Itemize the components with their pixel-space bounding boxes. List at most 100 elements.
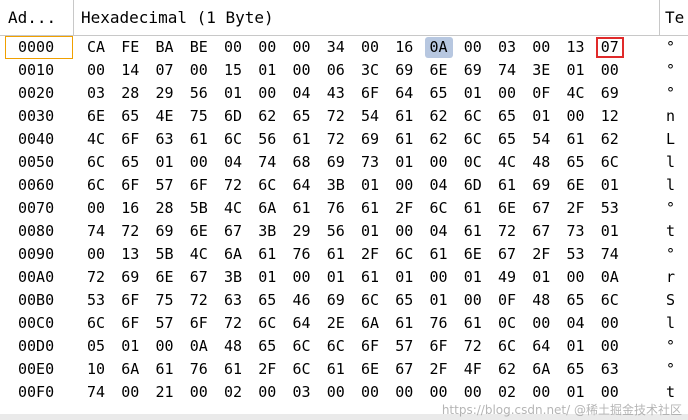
text-column-header[interactable]: Te <box>661 0 688 36</box>
hex-byte[interactable]: 06 <box>322 60 350 81</box>
hex-byte[interactable]: 6C <box>253 313 281 334</box>
row-address[interactable]: 0010 <box>6 60 72 81</box>
hex-byte[interactable]: 72 <box>82 267 110 288</box>
hex-byte[interactable]: 61 <box>493 175 521 196</box>
hex-byte[interactable]: 2E <box>322 313 350 334</box>
hex-byte[interactable]: 46 <box>288 290 316 311</box>
hex-byte[interactable]: 0C <box>493 313 521 334</box>
hex-byte[interactable]: 49 <box>493 267 521 288</box>
hex-byte[interactable]: 07 <box>151 60 179 81</box>
hex-byte[interactable]: 69 <box>596 83 624 104</box>
hex-byte[interactable]: 00 <box>390 382 418 403</box>
hex-byte[interactable]: 01 <box>596 221 624 242</box>
hex-byte[interactable]: 3B <box>219 267 247 288</box>
hex-byte[interactable]: 61 <box>356 198 384 219</box>
hex-byte[interactable]: 00 <box>596 60 624 81</box>
hex-byte[interactable]: 6C <box>288 359 316 380</box>
hex-byte[interactable]: 62 <box>425 106 453 127</box>
hex-byte[interactable]: 65 <box>116 152 144 173</box>
hex-byte[interactable]: 5B <box>151 244 179 265</box>
hex-byte[interactable]: 00 <box>390 175 418 196</box>
hex-byte[interactable]: 04 <box>219 152 247 173</box>
hex-byte[interactable]: 67 <box>185 267 213 288</box>
hex-byte[interactable]: 01 <box>390 152 418 173</box>
hex-byte[interactable]: 6F <box>185 175 213 196</box>
hex-byte[interactable]: 65 <box>493 129 521 150</box>
hex-byte[interactable]: 12 <box>596 106 624 127</box>
hex-byte[interactable]: 03 <box>82 83 110 104</box>
hex-byte[interactable]: 4C <box>562 83 590 104</box>
ascii-text[interactable]: ° <box>666 198 686 219</box>
hex-byte[interactable]: 6F <box>116 175 144 196</box>
hex-byte[interactable]: 6C <box>253 175 281 196</box>
hex-byte[interactable]: 6C <box>82 152 110 173</box>
hex-byte[interactable]: 00 <box>425 382 453 403</box>
hex-byte[interactable]: 6F <box>116 290 144 311</box>
hex-byte[interactable]: 16 <box>390 37 418 58</box>
hex-byte[interactable]: 69 <box>459 60 487 81</box>
hex-byte[interactable]: 72 <box>219 313 247 334</box>
hex-byte[interactable]: 74 <box>82 382 110 403</box>
ascii-text[interactable]: r <box>666 267 686 288</box>
hex-byte[interactable]: 6C <box>596 290 624 311</box>
hex-byte[interactable]: 6A <box>116 359 144 380</box>
hex-byte[interactable]: 67 <box>527 221 555 242</box>
hex-byte[interactable]: 00 <box>459 37 487 58</box>
hex-byte[interactable]: 6C <box>219 129 247 150</box>
hex-byte[interactable]: 6E <box>356 359 384 380</box>
hex-byte[interactable]: 54 <box>527 129 555 150</box>
hex-byte[interactable]: 03 <box>288 382 316 403</box>
hex-byte[interactable]: 2F <box>562 198 590 219</box>
hex-byte[interactable]: 00 <box>82 198 110 219</box>
hex-byte[interactable]: 00 <box>356 382 384 403</box>
hex-byte[interactable]: 2F <box>253 359 281 380</box>
hex-byte[interactable]: 01 <box>116 336 144 357</box>
hex-byte[interactable]: 61 <box>253 244 281 265</box>
hex-byte[interactable]: 00 <box>493 83 521 104</box>
hex-byte[interactable]: 6C <box>390 244 418 265</box>
hex-byte[interactable]: 65 <box>253 336 281 357</box>
hex-byte[interactable]: 10 <box>82 359 110 380</box>
hex-byte[interactable]: 00 <box>185 152 213 173</box>
hex-byte[interactable]: 00 <box>562 106 590 127</box>
hex-byte[interactable]: 00 <box>390 221 418 242</box>
hex-byte[interactable]: 65 <box>390 290 418 311</box>
ascii-text[interactable]: ° <box>666 83 686 104</box>
ascii-text[interactable]: ° <box>666 336 686 357</box>
hex-byte[interactable]: 56 <box>253 129 281 150</box>
hex-byte[interactable]: 02 <box>219 382 247 403</box>
hex-byte[interactable]: 67 <box>527 198 555 219</box>
hex-byte[interactable]: 00 <box>288 60 316 81</box>
hex-byte[interactable]: 61 <box>322 244 350 265</box>
hex-byte[interactable]: 02 <box>493 382 521 403</box>
hex-byte[interactable]: 01 <box>562 336 590 357</box>
hex-byte[interactable]: 6F <box>185 313 213 334</box>
hex-byte[interactable]: 6F <box>116 313 144 334</box>
hex-byte[interactable]: 0F <box>527 83 555 104</box>
hex-byte[interactable]: 61 <box>390 106 418 127</box>
ascii-text[interactable]: n <box>666 106 686 127</box>
hex-byte[interactable]: 3C <box>356 60 384 81</box>
ascii-text[interactable]: l <box>666 313 686 334</box>
hex-byte[interactable]: 00 <box>596 382 624 403</box>
row-address[interactable]: 00D0 <box>6 336 72 357</box>
hex-byte[interactable]: 69 <box>322 290 350 311</box>
hex-byte[interactable]: 76 <box>288 244 316 265</box>
hex-byte[interactable]: 67 <box>219 221 247 242</box>
hex-byte[interactable]: 57 <box>390 336 418 357</box>
hex-byte[interactable]: 65 <box>425 83 453 104</box>
hex-byte[interactable]: 2F <box>390 198 418 219</box>
hex-byte[interactable]: 04 <box>425 175 453 196</box>
hex-byte[interactable]: 72 <box>219 175 247 196</box>
hex-byte[interactable]: 00 <box>596 336 624 357</box>
hex-byte[interactable]: 01 <box>219 83 247 104</box>
hex-byte[interactable]: 64 <box>527 336 555 357</box>
hex-byte[interactable]: 72 <box>459 336 487 357</box>
hex-byte[interactable]: 6A <box>219 244 247 265</box>
hex-byte[interactable]: 00 <box>253 83 281 104</box>
hex-byte[interactable]: 00 <box>82 60 110 81</box>
hex-byte[interactable]: 61 <box>459 221 487 242</box>
hex-byte[interactable]: 54 <box>356 106 384 127</box>
hex-byte[interactable]: 48 <box>527 290 555 311</box>
hex-byte[interactable]: 61 <box>390 313 418 334</box>
